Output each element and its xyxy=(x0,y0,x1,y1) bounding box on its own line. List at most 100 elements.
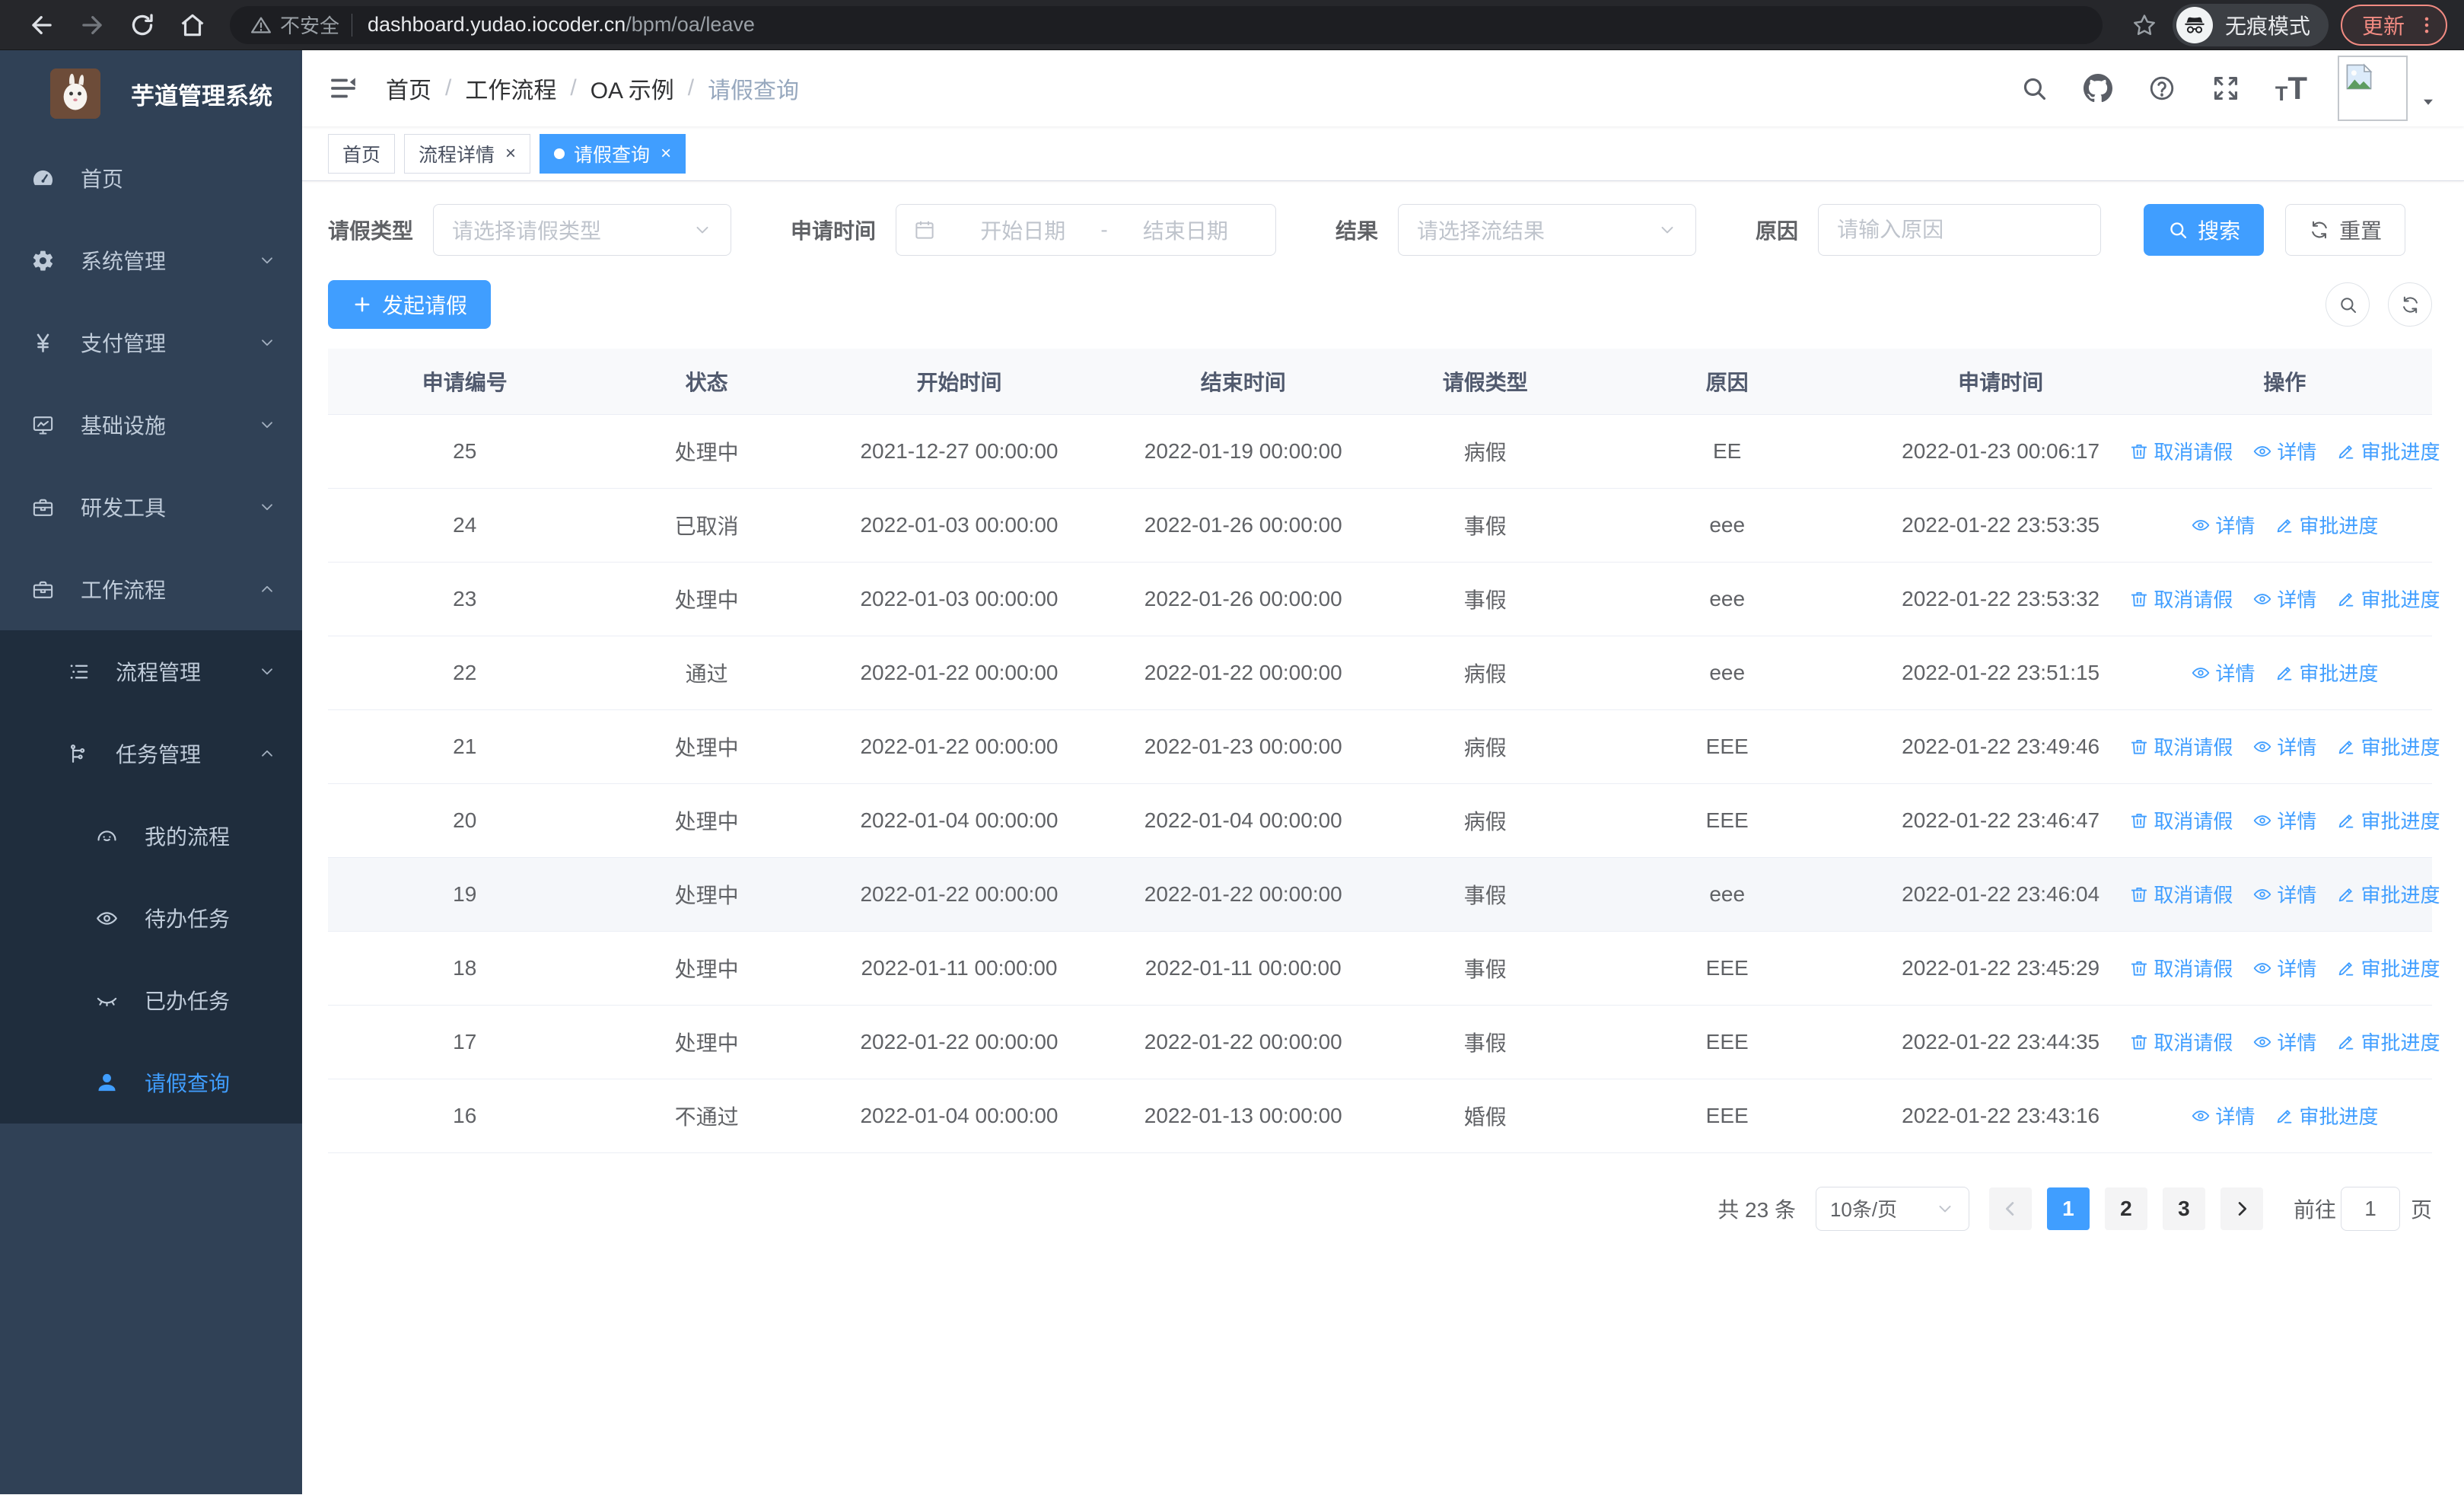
cell-reason: EE xyxy=(1590,414,1864,489)
prev-page-button[interactable] xyxy=(1988,1187,2032,1230)
detail-action-link[interactable]: 详情 xyxy=(2191,658,2255,687)
detail-action-link[interactable]: 详情 xyxy=(2252,732,2316,760)
home-icon[interactable] xyxy=(178,11,207,40)
progress-action-link[interactable]: 审批进度 xyxy=(2275,658,2378,687)
security-label[interactable]: 不安全 xyxy=(280,11,339,39)
cell-start-time: 2022-01-22 00:00:00 xyxy=(811,636,1107,710)
detail-action-link[interactable]: 详情 xyxy=(2252,585,2316,613)
progress-action-link[interactable]: 审批进度 xyxy=(2275,511,2378,539)
help-icon[interactable] xyxy=(2147,74,2176,103)
tab-流程详情[interactable]: 流程详情 × xyxy=(404,133,531,174)
breadcrumb-item[interactable]: OA 示例 xyxy=(591,72,674,105)
page-button-3[interactable]: 3 xyxy=(2162,1187,2205,1230)
goto-page-input[interactable] xyxy=(2340,1186,2400,1231)
cancel-action-link[interactable]: 取消请假 xyxy=(2129,732,2233,760)
cancel-action-link[interactable]: 取消请假 xyxy=(2129,954,2233,982)
font-size-icon[interactable]: TT xyxy=(2275,72,2307,104)
forward-icon[interactable] xyxy=(78,11,107,40)
url-bar[interactable]: 不安全 dashboard.yudao.iocoder.cn/bpm/oa/le… xyxy=(230,5,2103,44)
detail-action-link[interactable]: 详情 xyxy=(2252,880,2316,908)
table-row: 23 处理中 2022-01-03 00:00:00 2022-01-26 00:00… xyxy=(328,562,2440,636)
browser-menu-icon[interactable] xyxy=(2415,14,2438,37)
sidebar-item-payment-management[interactable]: 支付管理 xyxy=(0,301,302,384)
close-icon[interactable]: × xyxy=(661,143,671,164)
cancel-action-link[interactable]: 取消请假 xyxy=(2129,585,2233,613)
hide-search-button[interactable] xyxy=(2326,282,2370,327)
progress-action-link[interactable]: 审批进度 xyxy=(2336,954,2440,982)
eye-closed-icon xyxy=(93,989,120,1012)
progress-action-link[interactable]: 审批进度 xyxy=(2336,1028,2440,1056)
avatar[interactable] xyxy=(2338,56,2408,121)
cell-start-time: 2021-12-27 00:00:00 xyxy=(811,414,1107,489)
fullscreen-icon[interactable] xyxy=(2211,74,2240,103)
progress-action-link[interactable]: 审批进度 xyxy=(2275,1101,2378,1130)
cell-start-time: 2022-01-11 00:00:00 xyxy=(811,931,1107,1006)
sidebar-item-todo-tasks[interactable]: 待办任务 xyxy=(0,877,302,959)
next-page-button[interactable] xyxy=(2220,1187,2263,1230)
sidebar-item-leave-query[interactable]: 请假查询 xyxy=(0,1041,302,1124)
cell-leave-type: 事假 xyxy=(1380,562,1590,636)
page-button-2[interactable]: 2 xyxy=(2104,1187,2147,1230)
reason-input[interactable] xyxy=(1818,204,2102,256)
update-button[interactable]: 更新 xyxy=(2340,4,2447,46)
progress-action-link[interactable]: 审批进度 xyxy=(2336,880,2440,908)
sidebar-item-system-management[interactable]: 系统管理 xyxy=(0,219,302,301)
cell-id: 19 xyxy=(328,857,602,932)
cell-actions: 详情 审批进度 xyxy=(2137,488,2432,563)
tab-label: 请假查询 xyxy=(574,144,651,166)
cancel-action-link[interactable]: 取消请假 xyxy=(2129,806,2233,834)
sidebar-item-my-process[interactable]: 我的流程 xyxy=(0,795,302,877)
reload-icon[interactable] xyxy=(128,11,157,40)
sidebar-item-home[interactable]: 首页 xyxy=(0,137,302,219)
detail-action-link[interactable]: 详情 xyxy=(2191,1101,2255,1130)
monitor-icon xyxy=(29,413,56,437)
cell-id: 17 xyxy=(328,1005,602,1079)
cell-apply-time: 2022-01-22 23:51:15 xyxy=(1864,636,2138,710)
back-icon[interactable] xyxy=(27,11,56,40)
detail-action-link[interactable]: 详情 xyxy=(2252,1028,2316,1056)
tab-请假查询[interactable]: 请假查询 × xyxy=(540,133,686,174)
refresh-table-button[interactable] xyxy=(2388,282,2432,327)
progress-action-link[interactable]: 审批进度 xyxy=(2336,732,2440,760)
hamburger-icon[interactable] xyxy=(328,73,358,104)
date-separator: - xyxy=(1100,218,1108,241)
cancel-action-link[interactable]: 取消请假 xyxy=(2129,880,2233,908)
page-button-1[interactable]: 1 xyxy=(2046,1187,2090,1230)
reset-button[interactable]: 重置 xyxy=(2285,204,2406,256)
sidebar-item-workflow[interactable]: 工作流程 xyxy=(0,548,302,630)
progress-action-link[interactable]: 审批进度 xyxy=(2336,806,2440,834)
cancel-action-link[interactable]: 取消请假 xyxy=(2129,437,2233,465)
detail-action-link[interactable]: 详情 xyxy=(2252,437,2316,465)
sidebar-item-dev-tools[interactable]: 研发工具 xyxy=(0,466,302,548)
progress-action-link[interactable]: 审批进度 xyxy=(2336,585,2440,613)
breadcrumb-item[interactable]: 首页 xyxy=(386,72,431,105)
chevron-down-icon[interactable] xyxy=(2418,92,2438,112)
search-icon[interactable] xyxy=(2020,74,2049,103)
github-icon[interactable] xyxy=(2083,74,2112,103)
apply-time-range-picker[interactable]: 开始日期 - 结束日期 xyxy=(896,204,1277,256)
cell-end-time: 2022-01-22 00:00:00 xyxy=(1106,857,1380,932)
detail-action-link[interactable]: 详情 xyxy=(2191,511,2255,539)
eye-icon xyxy=(2252,1032,2272,1052)
detail-action-link[interactable]: 详情 xyxy=(2252,806,2316,834)
result-select[interactable]: 请选择流结果 xyxy=(1398,204,1697,256)
detail-action-link[interactable]: 详情 xyxy=(2252,954,2316,982)
sidebar-item-done-tasks[interactable]: 已办任务 xyxy=(0,959,302,1041)
eye-open-icon xyxy=(93,907,120,930)
sidebar-item-process-management[interactable]: 流程管理 xyxy=(0,630,302,712)
cancel-action-link[interactable]: 取消请假 xyxy=(2129,1028,2233,1056)
leave-type-select[interactable]: 请选择请假类型 xyxy=(433,204,732,256)
sidebar-item-task-management[interactable]: 任务管理 xyxy=(0,712,302,795)
app-logo[interactable]: 芋道管理系统 xyxy=(0,50,302,137)
breadcrumb-item[interactable]: 工作流程 xyxy=(465,72,556,105)
toolbox-icon xyxy=(29,496,56,519)
progress-action-link[interactable]: 审批进度 xyxy=(2336,437,2440,465)
close-icon[interactable]: × xyxy=(505,143,516,164)
gear-icon xyxy=(29,249,56,273)
create-leave-button[interactable]: 发起请假 xyxy=(328,280,492,329)
sidebar-item-infrastructure[interactable]: 基础设施 xyxy=(0,384,302,466)
bookmark-star-icon[interactable] xyxy=(2131,12,2157,38)
tab-首页[interactable]: 首页 xyxy=(328,133,396,174)
page-size-select[interactable]: 10条/页 xyxy=(1815,1186,1969,1231)
search-button[interactable]: 搜索 xyxy=(2144,204,2265,256)
